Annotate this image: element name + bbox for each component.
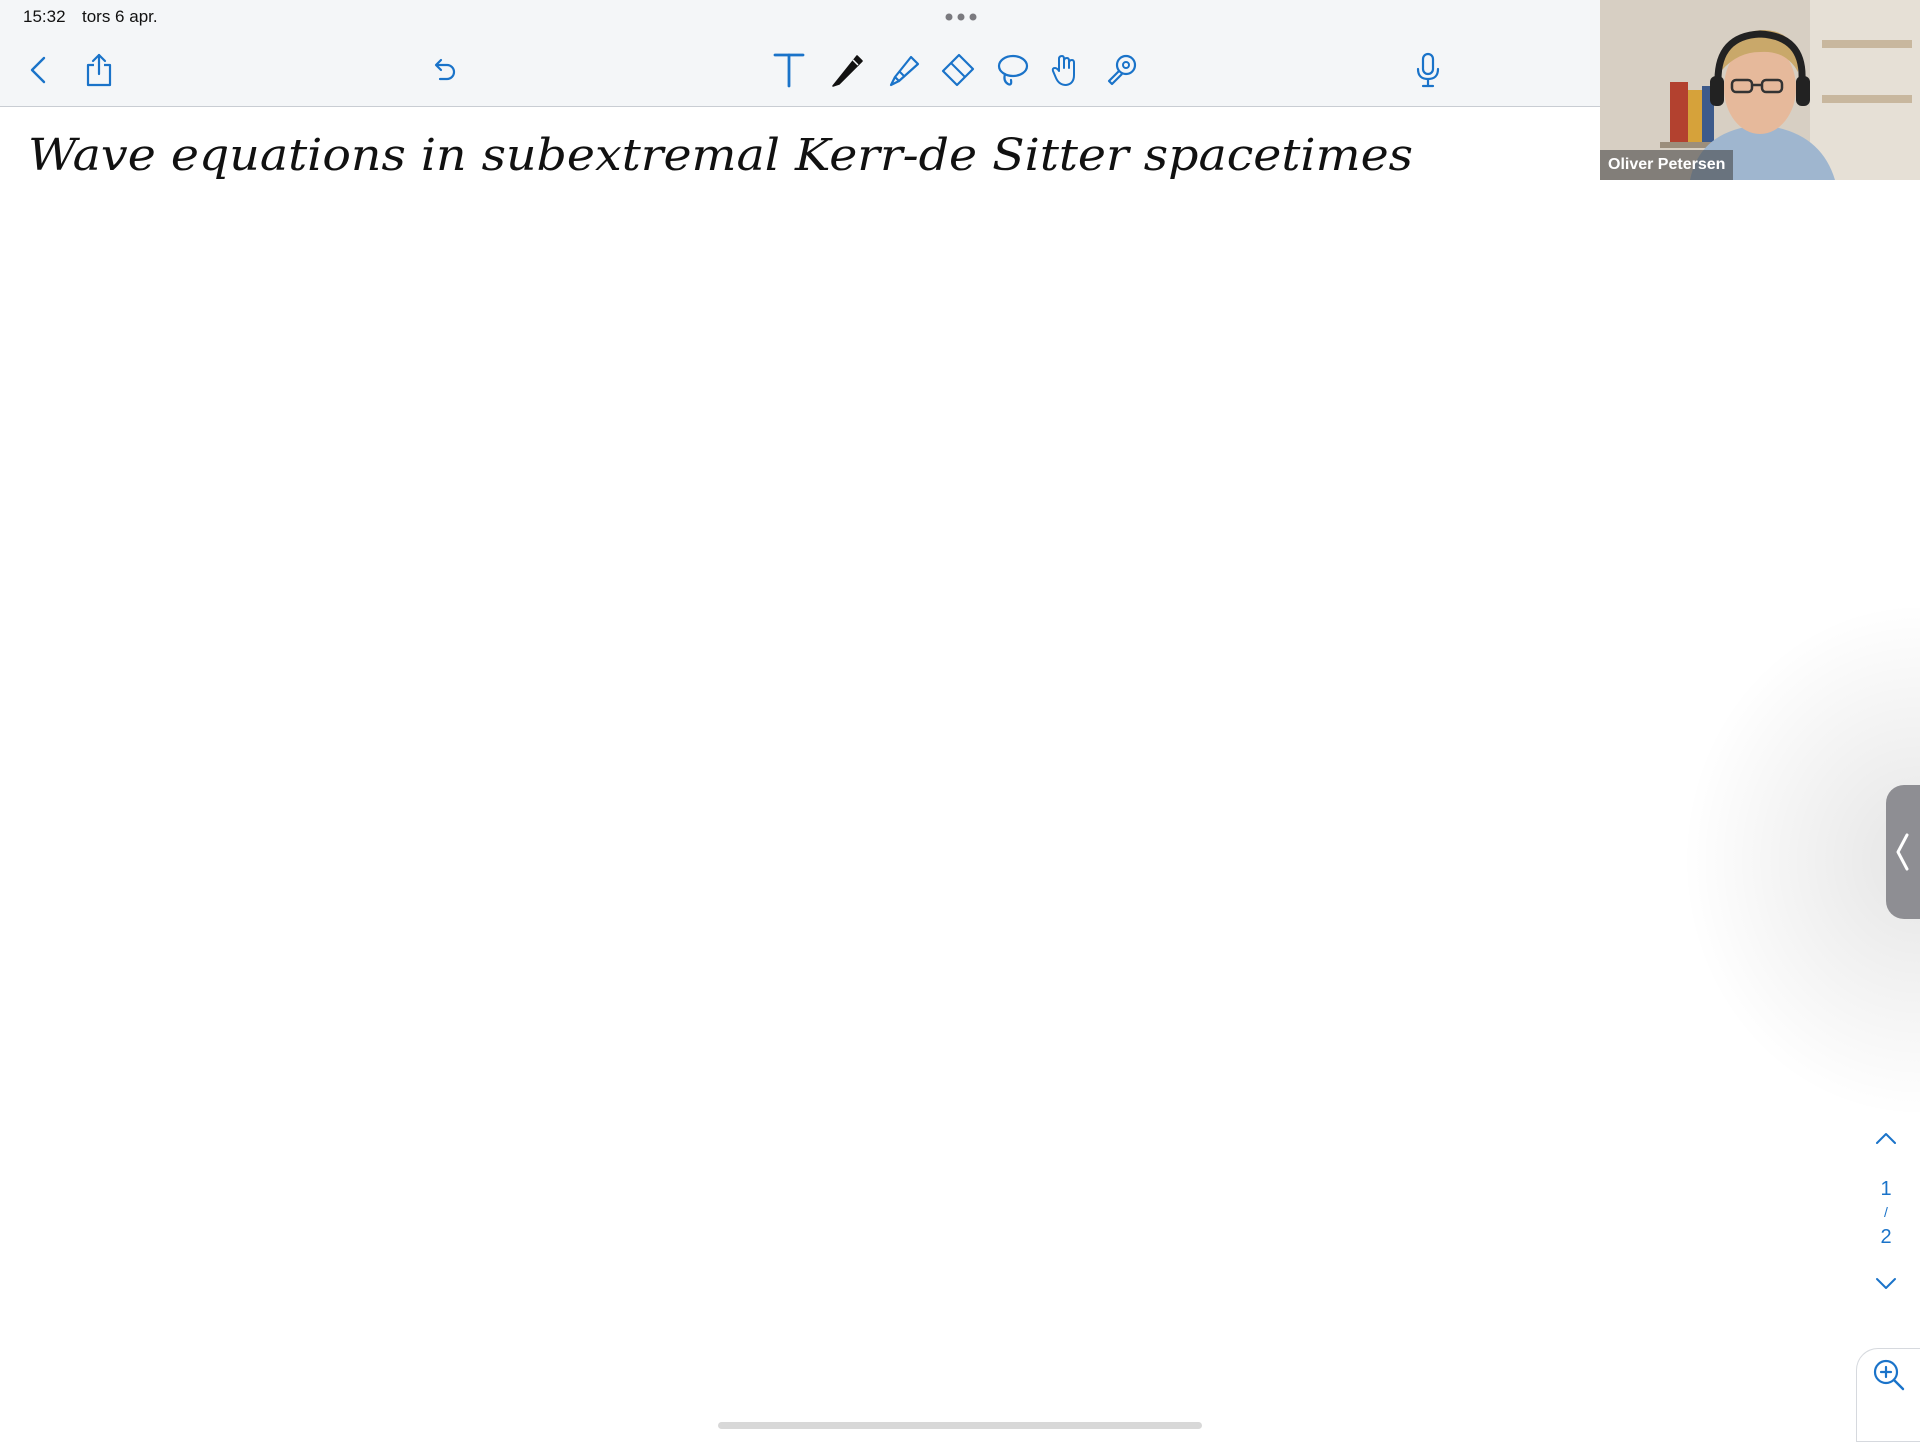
highlighter-icon: [889, 55, 920, 87]
toolbar: [0, 34, 1600, 107]
page-navigator: 1 / 2: [1866, 1128, 1906, 1298]
microphone-button[interactable]: [1406, 48, 1450, 92]
current-page-number: 1: [1880, 1178, 1892, 1200]
laser-pointer-icon: [1107, 54, 1137, 86]
chevron-up-icon[interactable]: [1872, 1128, 1900, 1148]
laser-pointer-tool-button[interactable]: [1100, 48, 1144, 92]
total-page-count: 2: [1880, 1226, 1892, 1248]
handwritten-note-title: Wave equations in subextremal Kerr-de Si…: [28, 130, 1413, 181]
text-tool-icon: [773, 53, 805, 88]
chevron-left-icon: [1896, 833, 1909, 871]
pen-tool-button[interactable]: [826, 48, 870, 92]
chevron-down-icon[interactable]: [1872, 1274, 1900, 1294]
hand-icon: [1051, 55, 1075, 86]
eraser-tool-button[interactable]: [936, 48, 980, 92]
status-time: 15:32: [23, 7, 66, 26]
hand-tool-button[interactable]: [1044, 48, 1088, 92]
share-icon: [86, 53, 112, 87]
lasso-icon: [997, 54, 1029, 86]
chevron-left-icon: [30, 56, 46, 84]
lasso-tool-button[interactable]: [990, 48, 1034, 92]
home-indicator[interactable]: [718, 1422, 1202, 1429]
handwritten-note-text: Wave equations in subextremal Kerr-de Si…: [28, 130, 1413, 181]
page-separator: /: [1884, 1204, 1888, 1220]
pen-icon: [832, 55, 863, 87]
highlighter-tool-button[interactable]: [882, 48, 926, 92]
undo-button[interactable]: [422, 48, 466, 92]
side-panel-handle[interactable]: [1886, 785, 1920, 919]
zoom-in-icon: [1873, 1359, 1905, 1391]
status-date: tors 6 apr.: [82, 7, 158, 26]
zoom-button[interactable]: [1856, 1348, 1920, 1442]
status-bar: 15:32 tors 6 apr.: [0, 0, 1600, 34]
back-button[interactable]: [16, 48, 60, 92]
participant-name-label: Oliver Petersen: [1600, 150, 1734, 180]
multitasking-dots-icon[interactable]: [944, 12, 978, 22]
text-tool-button[interactable]: [767, 48, 811, 92]
video-call-tile[interactable]: Oliver Petersen: [1600, 0, 1920, 180]
microphone-icon: [1416, 52, 1440, 88]
note-page[interactable]: [0, 107, 1920, 1440]
share-button[interactable]: [77, 48, 121, 92]
side-panel-shadow: [1680, 600, 1920, 1120]
eraser-icon: [941, 53, 975, 87]
undo-icon: [434, 58, 456, 81]
